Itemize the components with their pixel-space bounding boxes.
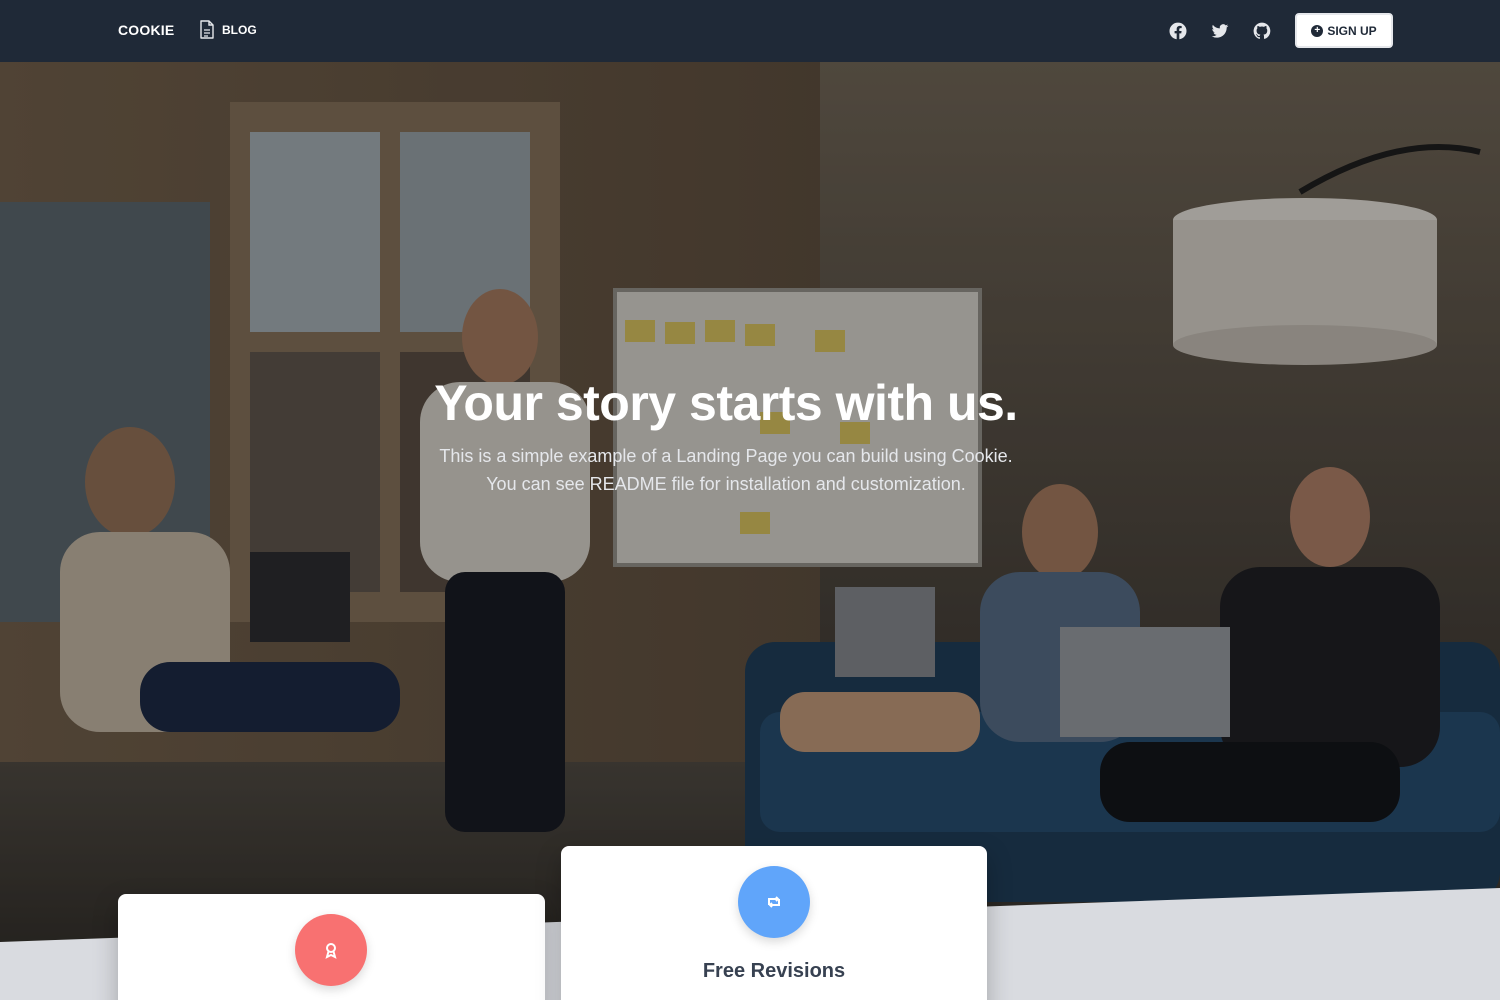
navbar: COOKIE BLOG + SIGN UP	[0, 0, 1500, 62]
brand-link[interactable]: COOKIE	[118, 22, 174, 38]
facebook-icon[interactable]	[1167, 20, 1189, 42]
signup-button[interactable]: + SIGN UP	[1295, 13, 1393, 48]
award-icon	[325, 943, 337, 959]
blog-link[interactable]: BLOG	[199, 20, 257, 40]
twitter-icon[interactable]	[1209, 20, 1231, 42]
hero-title: Your story starts with us.	[434, 375, 1018, 431]
blog-label: BLOG	[222, 23, 257, 37]
feature-icon-circle	[738, 866, 810, 938]
retweet-icon	[768, 896, 780, 908]
feature-card-revisions: Free Revisions	[561, 846, 987, 1000]
document-icon	[200, 20, 214, 39]
github-icon[interactable]	[1251, 20, 1273, 42]
plus-circle-icon: +	[1311, 24, 1324, 37]
signup-label: SIGN UP	[1327, 23, 1377, 38]
feature-card-awarded	[118, 894, 545, 1000]
feature-icon-circle	[295, 914, 367, 986]
feature-title: Free Revisions	[702, 960, 846, 982]
hero-subtitle: This is a simple example of a Landing Pa…	[439, 446, 1013, 494]
